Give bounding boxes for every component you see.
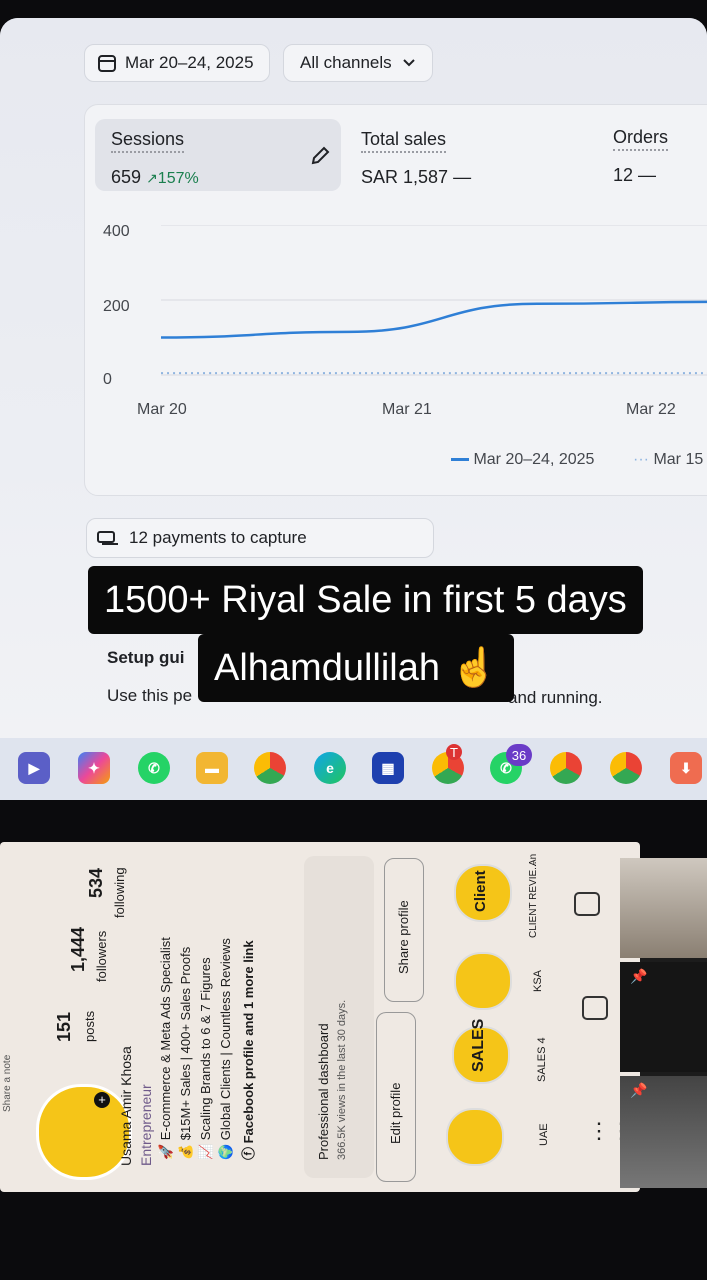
- metric-orders[interactable]: Orders 12 —: [613, 127, 669, 185]
- post-thumbnails: 📌 📌: [620, 858, 707, 1188]
- pin-icon: 📌: [630, 968, 648, 984]
- y-tick-label: 200: [103, 298, 130, 315]
- pin-icon: 📌: [630, 1082, 648, 1098]
- calendar-icon: [98, 55, 116, 72]
- metrics-card: Sessions 659 ↗157% Total sales SAR 1,587…: [84, 104, 707, 496]
- date-range-label: Mar 20–24, 2025: [125, 53, 254, 72]
- story-caption-line1: 1500+ Riyal Sale in first 5 days: [88, 566, 643, 634]
- highlight-label: KSA: [532, 969, 544, 992]
- reels-icon[interactable]: [582, 996, 608, 1020]
- monitor-screen: Mar 20–24, 2025 All channels Sessions 65…: [0, 18, 707, 800]
- highlight-ksa[interactable]: [454, 952, 512, 1010]
- whatsapp-icon[interactable]: ✆: [138, 752, 170, 784]
- notification-badge: T: [446, 744, 462, 760]
- chrome-icon-2[interactable]: [550, 752, 582, 784]
- legend-current: Mar 20–24, 2025: [451, 451, 594, 469]
- file-explorer-icon[interactable]: ▬: [196, 752, 228, 784]
- y-tick-label: 400: [103, 223, 130, 240]
- x-tick-label: Mar 20: [137, 401, 187, 418]
- bio-line: 📈 Scaling Brands to 6 & 7 Figures: [198, 957, 213, 1160]
- highlight-label: SALES 4: [536, 1037, 548, 1082]
- x-tick-label: Mar 22: [626, 401, 676, 418]
- highlight-label: CLIENT REVIE...: [528, 861, 539, 938]
- share-profile-label: Share profile: [396, 900, 411, 974]
- edge-icon[interactable]: e: [314, 752, 346, 784]
- channels-label: All channels: [300, 53, 392, 72]
- metric-value: 659 ↗157%: [111, 167, 199, 187]
- edit-profile-label: Edit profile: [388, 1082, 403, 1144]
- trend-up-icon: ↗: [146, 170, 158, 186]
- highlight-uae[interactable]: [446, 1108, 504, 1166]
- payment-icon: [97, 531, 118, 545]
- unread-badge: 36: [506, 744, 532, 766]
- share-note-bubble[interactable]: Share a note: [2, 1055, 13, 1112]
- stat-following-label: following: [112, 867, 127, 918]
- stat-followers-label: followers: [94, 930, 109, 982]
- profile-category: Entrepreneur: [138, 1084, 154, 1166]
- legend-solid-swatch: [451, 458, 469, 462]
- metric-sessions[interactable]: Sessions 659 ↗157%: [111, 129, 199, 187]
- stat-following-value[interactable]: 534: [86, 868, 107, 898]
- metric-label: Orders: [613, 127, 669, 151]
- legend-dotted-swatch: ···: [633, 451, 649, 468]
- highlight-label: UAE: [538, 1123, 550, 1146]
- story-caption-line2: Alhamdullilah ☝: [198, 634, 514, 702]
- highlight-text: SALES: [470, 1018, 487, 1072]
- metric-value: SAR 1,587 —: [361, 167, 472, 187]
- store-icon[interactable]: ▦: [372, 752, 404, 784]
- x-tick-label: Mar 21: [382, 401, 432, 418]
- chrome-icon[interactable]: [254, 752, 286, 784]
- bio-line: 💰 $15M+ Sales | 400+ Sales Proofs: [178, 946, 193, 1160]
- metric-label: Sessions: [111, 129, 185, 153]
- dashboard-subtitle: 366.5K views in the last 30 days.: [336, 999, 348, 1160]
- phone-screen: Share a note + 151 posts 1,444 followers…: [0, 842, 640, 1192]
- payments-to-capture-banner[interactable]: 12 payments to capture: [86, 518, 434, 558]
- sessions-line-chart: [161, 225, 707, 376]
- windows-taskbar: ▶ ✦ ✆ ▬ e ▦ T ✆ 36 ⬇: [0, 738, 707, 800]
- y-tick-label: 0: [103, 371, 112, 388]
- bio-line: 🌍 Global Clients | Countless Reviews: [218, 938, 233, 1160]
- date-range-button[interactable]: Mar 20–24, 2025: [84, 44, 270, 82]
- payments-label: 12 payments to capture: [129, 528, 307, 547]
- chrome-icon-3[interactable]: [610, 752, 642, 784]
- chevron-down-icon: [402, 59, 415, 67]
- profile-name: Usama Amir Khosa: [118, 1046, 134, 1166]
- setup-guide-body: Use this pe: [107, 686, 193, 705]
- bio-links[interactable]: ⓕ Facebook profile and 1 more link: [238, 940, 257, 1160]
- pencil-icon[interactable]: [309, 145, 331, 167]
- setup-guide-body-tail: and running.: [508, 688, 603, 707]
- legend-previous: ··· Mar 15: [633, 451, 704, 468]
- post-thumbnail[interactable]: [620, 858, 707, 958]
- tagged-icon[interactable]: [574, 892, 600, 916]
- stat-followers-value[interactable]: 1,444: [68, 927, 89, 972]
- stat-posts-value[interactable]: 151: [54, 1012, 75, 1042]
- metric-change: 157%: [157, 170, 199, 187]
- channels-dropdown[interactable]: All channels: [283, 44, 433, 82]
- stat-posts-label: posts: [82, 1010, 97, 1042]
- highlight-label: An: [528, 853, 539, 866]
- metric-total-sales[interactable]: Total sales SAR 1,587 —: [361, 129, 471, 187]
- series-line-current: [161, 300, 707, 339]
- download-icon[interactable]: ⬇: [670, 752, 702, 784]
- analytics-page: Mar 20–24, 2025 All channels Sessions 65…: [0, 18, 707, 738]
- bio-line: 🚀 E-commerce & Meta Ads Specialist: [158, 937, 173, 1160]
- add-story-icon[interactable]: +: [94, 1092, 110, 1108]
- metric-value: 12 —: [613, 165, 657, 185]
- metric-label: Total sales: [361, 129, 447, 153]
- dashboard-title: Professional dashboard: [316, 1023, 331, 1160]
- copilot-icon[interactable]: ✦: [78, 752, 110, 784]
- teams-icon[interactable]: ▶: [18, 752, 50, 784]
- setup-guide-title: Setup gui: [107, 648, 185, 667]
- highlight-text: Client: [472, 870, 489, 912]
